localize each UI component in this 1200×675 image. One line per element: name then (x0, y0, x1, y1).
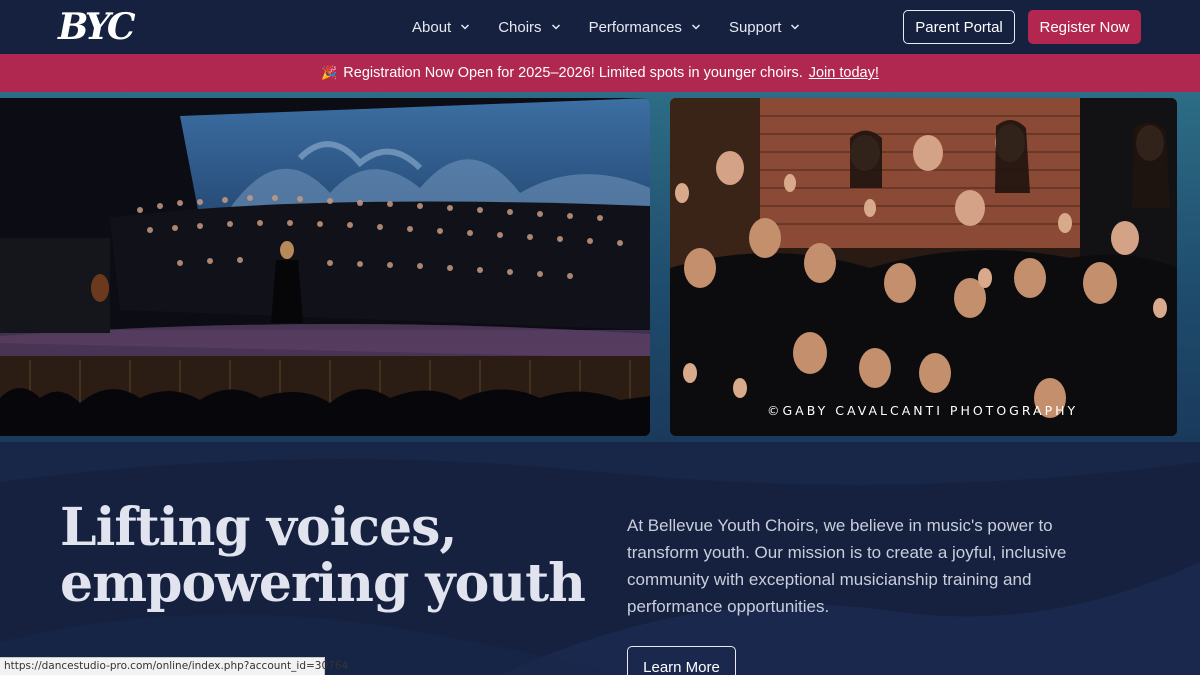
nav-item-performances[interactable]: Performances (589, 0, 701, 54)
hero-section: Lifting voices, empowering youth At Bell… (0, 442, 1200, 675)
photo-strip (0, 92, 1200, 442)
link-status-url: https://dancestudio-pro.com/online/index… (0, 657, 348, 675)
nav-item-about[interactable]: About (412, 0, 470, 54)
headline-line-1: Lifting voices, (60, 497, 458, 558)
nav-item-support[interactable]: Support (729, 0, 801, 54)
register-now-button[interactable]: Register Now (1028, 10, 1141, 44)
chevron-down-icon (551, 22, 561, 32)
join-today-link[interactable]: Join today! (809, 65, 879, 81)
learn-more-button[interactable]: Learn More (627, 646, 736, 675)
banner-text: Registration Now Open for 2025–2026! Lim… (343, 65, 803, 81)
mission-statement: At Bellevue Youth Choirs, we believe in … (627, 516, 1067, 616)
party-popper-icon: 🎉 (321, 65, 338, 80)
announcement-banner: 🎉 Registration Now Open for 2025–2026! L… (0, 54, 1200, 92)
nav-item-label: Support (728, 18, 782, 36)
hero-headline: Lifting voices, empowering youth (60, 497, 586, 614)
parent-portal-button[interactable]: Parent Portal (903, 10, 1015, 44)
nav-links: About Choirs Performances Support (412, 0, 800, 54)
nav-item-choirs[interactable]: Choirs (498, 0, 560, 54)
chevron-down-icon (460, 22, 470, 32)
nav-item-label: About (412, 18, 452, 36)
headline-line-2: empowering youth (60, 553, 586, 614)
chevron-down-icon (790, 22, 800, 32)
concert-stage-photo (0, 98, 650, 436)
nav-item-label: Performances (588, 18, 682, 36)
byc-logo[interactable]: BYC (58, 6, 136, 48)
photo-credit: ©GABY CAVALCANTI PHOTOGRAPHY (767, 403, 1079, 418)
chevron-down-icon (691, 22, 701, 32)
nav-item-label: Choirs (498, 18, 542, 36)
top-nav: BYC About Choirs Performances Support Pa… (0, 0, 1200, 54)
choir-singers-photo (670, 98, 1177, 436)
